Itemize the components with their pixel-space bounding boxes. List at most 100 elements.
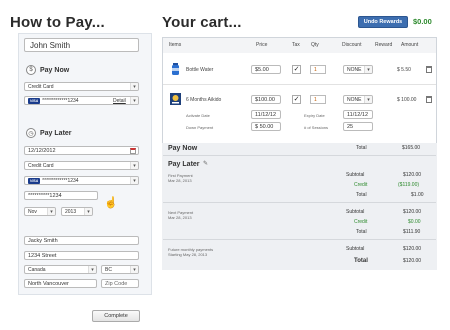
visa-icon: VISA: [28, 97, 41, 104]
chevron-down-icon: ▾: [364, 96, 372, 103]
expiry-year-value: 2013: [65, 208, 77, 215]
pay-later-method-value: Credit Card: [28, 162, 54, 169]
cart-item-name: 6 Months Aikido: [186, 97, 222, 103]
payer-name-field[interactable]: John Smith: [24, 38, 139, 52]
future-total-value: $120.00: [403, 258, 422, 264]
clock-icon: ◷: [26, 128, 36, 138]
col-tax: Tax: [292, 42, 300, 48]
future-subtotal-label: Subtotal: [346, 246, 365, 252]
your-cart-title: Your cart...: [162, 14, 242, 31]
col-amount: Amount: [401, 42, 419, 48]
tax-checkbox[interactable]: ✓: [292, 95, 301, 104]
future-payments-date: Starting May 28, 2013: [168, 252, 208, 257]
billing-city-field[interactable]: North Vancouver: [24, 279, 97, 288]
next-subtotal-label: Subtotal: [346, 209, 365, 215]
expiry-date-label: Expiry Date: [304, 113, 325, 118]
trash-icon[interactable]: [426, 96, 432, 103]
rewards-amount: $0.00: [413, 17, 432, 26]
item-amount: $ 5.50: [397, 67, 411, 73]
expiry-year-select[interactable]: 2013 ▾: [61, 207, 93, 216]
summary-divider: [163, 155, 436, 156]
item-price-field[interactable]: $100.00: [251, 95, 281, 104]
discount-select[interactable]: NONE ▾: [343, 95, 373, 104]
down-payment-field[interactable]: $ 50.00: [251, 122, 281, 131]
pay-later-label: Pay Later: [40, 130, 72, 137]
complete-button[interactable]: Complete: [92, 310, 140, 322]
activate-date-field[interactable]: 11/12/12: [251, 110, 281, 119]
first-credit-value: ($119.00): [398, 182, 420, 188]
sessions-field[interactable]: 25: [343, 122, 373, 131]
pay-later-method-select[interactable]: Credit Card ▾: [24, 161, 139, 170]
down-payment-label: Down Payment: [186, 125, 214, 130]
next-credit-label: Credit: [354, 219, 368, 225]
card-number-field[interactable]: **********1234: [24, 191, 98, 200]
qty-field[interactable]: 1: [310, 65, 326, 74]
chevron-down-icon: ▾: [364, 66, 372, 73]
first-total-label: Total: [356, 192, 367, 198]
pay-now-card-select[interactable]: VISA *************1234 Detail ▾: [24, 96, 139, 105]
billing-country-select[interactable]: Canada ▾: [24, 265, 97, 274]
col-discount: Discount: [342, 42, 362, 48]
billing-zip-field[interactable]: Zip Code: [101, 279, 139, 288]
qty-field[interactable]: 1: [310, 95, 326, 104]
next-total-value: $111.90: [403, 229, 421, 235]
future-subtotal-value: $120.00: [403, 246, 422, 252]
next-subtotal-value: $120.00: [403, 209, 422, 215]
chevron-down-icon: ▾: [47, 208, 55, 215]
pay-now-method-value: Credit Card: [28, 83, 54, 90]
col-qty: Qty: [311, 42, 319, 48]
billing-address-field[interactable]: 1234 Street: [24, 251, 139, 260]
billing-province-select[interactable]: BC ▾: [101, 265, 139, 274]
first-total-value: $1.00: [411, 192, 424, 198]
row-divider: [163, 84, 436, 85]
expiry-month-value: Nov: [28, 208, 37, 215]
pay-later-date-field[interactable]: 12/12/2012: [24, 146, 139, 155]
discount-value: NONE: [347, 96, 362, 103]
detail-link[interactable]: Detail: [113, 98, 126, 104]
expiry-date-field[interactable]: 11/12/12: [343, 110, 373, 119]
chevron-down-icon: ▾: [130, 97, 138, 104]
pay-now-total-label: Total: [356, 145, 367, 151]
edit-pencil-icon[interactable]: ✎: [203, 160, 208, 167]
pay-now-card-value: *************1234: [42, 97, 79, 104]
calendar-icon[interactable]: [130, 148, 136, 154]
first-payment-date: Mar 28, 2013: [168, 178, 192, 183]
next-credit-value: $0.00: [408, 219, 421, 225]
first-subtotal-label: Subtotal: [346, 172, 365, 178]
item-price-field[interactable]: $5.00: [251, 65, 281, 74]
col-items: Items: [169, 42, 182, 48]
chevron-down-icon: ▾: [130, 83, 138, 90]
pay-later-card-select[interactable]: VISA *************1234 ▾: [24, 176, 139, 185]
pay-now-method-select[interactable]: Credit Card ▾: [24, 82, 139, 91]
pay-now-label: Pay Now: [40, 67, 70, 74]
summary-pay-later-label: Pay Later: [168, 161, 200, 168]
item-amount: $ 100.00: [397, 97, 417, 103]
summary-pay-now-label: Pay Now: [168, 145, 198, 152]
next-payment-date: Mar 28, 2013: [168, 215, 192, 220]
expiry-month-select[interactable]: Nov ▾: [24, 207, 56, 216]
tax-checkbox[interactable]: ✓: [292, 65, 301, 74]
trash-icon[interactable]: [426, 66, 432, 73]
future-total-label: Total: [354, 258, 368, 264]
cart-item-name: Bottle Water: [186, 67, 214, 73]
pay-later-card-value: *************1234: [42, 177, 79, 184]
discount-select[interactable]: NONE ▾: [343, 65, 373, 74]
pay-now-total-value: $165.00: [402, 145, 421, 151]
cursor-hand-icon: ☝: [104, 197, 118, 209]
billing-name-field[interactable]: Jacky Smith: [24, 236, 139, 245]
summary-divider: [163, 202, 436, 203]
aikido-thumbnail: [170, 93, 181, 105]
chevron-down-icon: ▾: [130, 177, 138, 184]
chevron-down-icon: ▾: [130, 162, 138, 169]
col-reward: Reward: [375, 42, 393, 48]
summary-divider: [163, 239, 436, 240]
sessions-label: # of Sessions: [304, 125, 329, 130]
pay-later-date-value: 12/12/2012: [28, 147, 56, 154]
discount-value: NONE: [347, 66, 362, 73]
first-credit-label: Credit: [354, 182, 368, 188]
first-subtotal-value: $120.00: [403, 172, 422, 178]
visa-icon: VISA: [28, 177, 41, 184]
billing-country-value: Canada: [28, 266, 46, 273]
undo-rewards-button[interactable]: Undo Rewards: [358, 16, 408, 28]
billing-province-value: BC: [105, 266, 112, 273]
